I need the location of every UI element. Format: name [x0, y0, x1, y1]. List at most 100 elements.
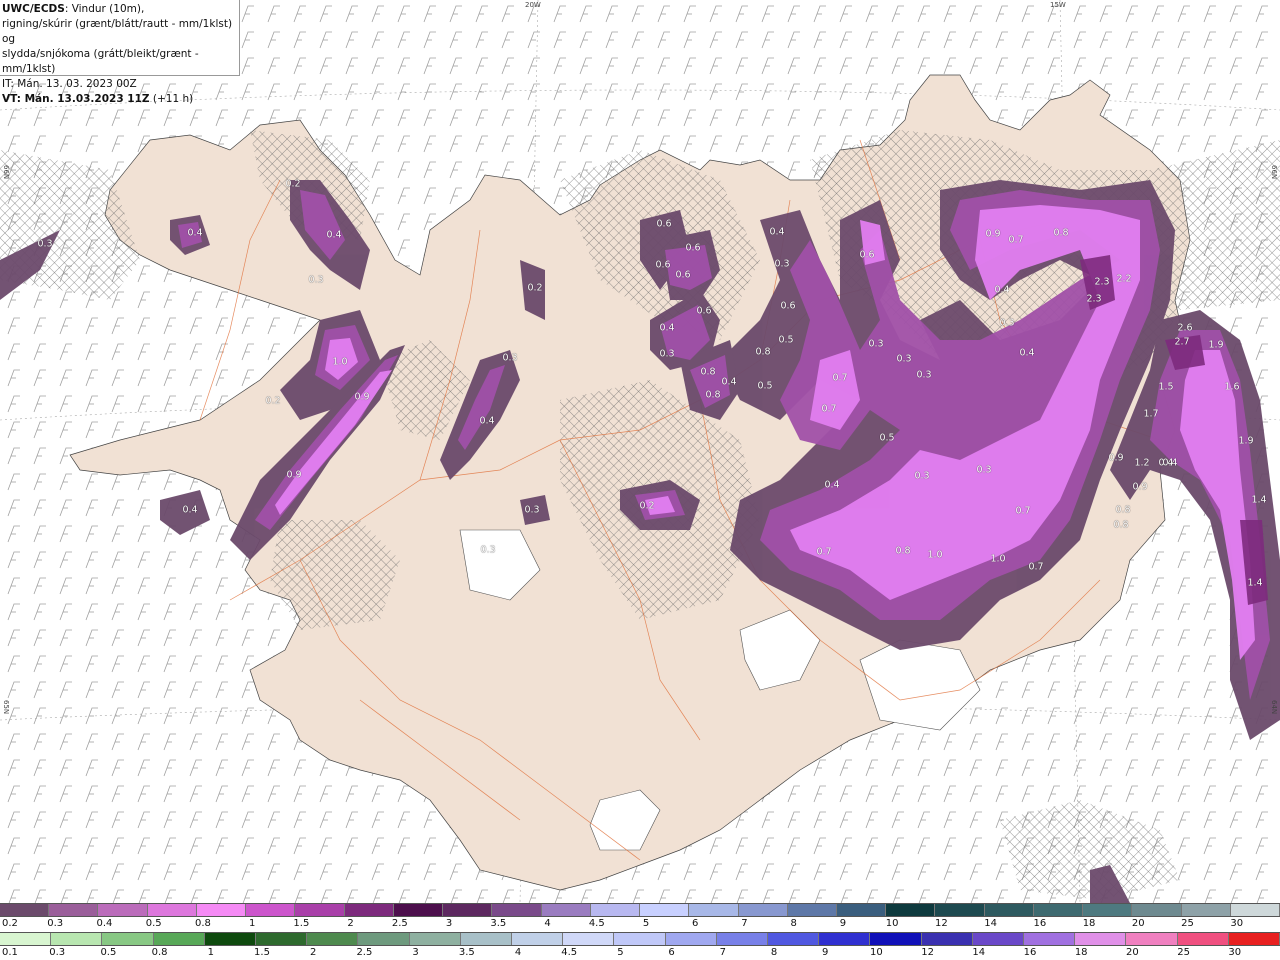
- legend-swatch: [358, 933, 410, 945]
- legend-swatch: [204, 933, 257, 945]
- legend-tick-label: 6: [668, 947, 675, 958]
- legend-tick-label: 14: [984, 918, 997, 929]
- legend-swatch: [590, 904, 641, 916]
- precip-value-label: 0.3: [916, 369, 932, 381]
- legend-tick-label: 2: [310, 947, 317, 958]
- legend-tick-label: 12: [921, 947, 934, 958]
- legend-tick-label: 10: [870, 947, 883, 958]
- legend-tick-label: 8: [770, 947, 778, 958]
- precip-value-label: 0.3: [524, 504, 540, 516]
- legend-tick-label: 7: [741, 918, 748, 929]
- precip-value-label: 0.4: [659, 322, 675, 334]
- legend-swatch: [1132, 904, 1182, 916]
- legend-tick-label: 25: [1177, 947, 1190, 958]
- precip-value-label: 1.5: [1158, 381, 1174, 393]
- legend-swatch: [972, 933, 1025, 945]
- legend-tick-label: 30: [1230, 918, 1244, 929]
- legend-tick-label: 0.5: [100, 947, 117, 958]
- precip-value-label: 0.3: [868, 338, 884, 350]
- legend-tick-label: 12: [935, 918, 948, 929]
- precip-value-label: 0.7: [1008, 234, 1024, 246]
- precip-value-label: 0.6: [655, 259, 671, 271]
- legend-tick-label: 0.2: [2, 918, 18, 929]
- precip-value-label: 0.8: [755, 346, 771, 358]
- valid-time: VT: Mán. 13.03.2023 11Z (+11 h): [2, 93, 194, 105]
- legend-tick-label: 4: [544, 918, 551, 929]
- legend-swatch: [1228, 933, 1280, 945]
- precip-value-label: 0.4: [1158, 457, 1174, 469]
- precip-value-label: 0.5: [879, 432, 895, 444]
- legend-tick-label: 0.5: [145, 918, 162, 929]
- precip-value-label: 0.4: [182, 504, 198, 516]
- legend-swatch: [738, 904, 788, 916]
- legend-tick-label: 8: [790, 918, 797, 929]
- legend-tick-label: 7: [719, 947, 726, 958]
- precip-value-label: 0.4: [769, 226, 785, 238]
- rain-scale-bar: [0, 932, 1280, 946]
- legend-swatch: [98, 904, 148, 916]
- legend-swatch: [460, 933, 513, 945]
- precip-value-label: 0.3: [774, 258, 790, 270]
- legend-tick-label: 5: [642, 918, 650, 929]
- legend-swatch: [819, 933, 871, 945]
- legend-swatch: [393, 904, 444, 916]
- precip-value-label: 0.3: [502, 352, 518, 364]
- precip-value-label: 1.6: [1224, 381, 1240, 393]
- legend-tick-label: 0.8: [151, 947, 168, 958]
- precip-value-label: 0.4: [326, 229, 342, 241]
- precip-value-label: 0.9: [354, 391, 370, 403]
- legend-tick-label: 20: [1126, 947, 1139, 958]
- precip-value-label: 1.0: [927, 549, 943, 561]
- precip-value-label: 2.3: [1094, 276, 1110, 288]
- precip-value-label: 0.9: [1108, 452, 1124, 464]
- legend-swatch: [886, 904, 936, 916]
- precip-value-label: 0.3: [37, 238, 53, 250]
- legend-tick-label: 20: [1131, 918, 1145, 929]
- precip-value-label: 0.3: [999, 317, 1015, 329]
- legend-swatch: [256, 933, 308, 945]
- legend-tick-label: 1.5: [254, 947, 270, 958]
- legend-swatch: [935, 904, 985, 916]
- legend-tick-label: 3: [412, 947, 419, 958]
- init-time: IT: Mán. 13. 03. 2023 00Z: [2, 78, 137, 90]
- precip-value-label: 0.3: [480, 544, 496, 556]
- legend-swatch: [512, 933, 564, 945]
- lon-label-15w: 15W: [1050, 1, 1066, 9]
- legend-swatch: [246, 904, 296, 916]
- precip-value-label: 2.2: [1116, 273, 1132, 285]
- precip-value-label: 0.5: [757, 380, 773, 392]
- lon-label-20w: 20W: [525, 1, 541, 9]
- title-line-3: slydda/snjókoma (grátt/bleikt/grænt - mm…: [2, 48, 199, 75]
- precip-value-label: 0.6: [696, 305, 712, 317]
- legend-tick-label: 16: [1023, 947, 1037, 958]
- lat-label-64n-right: 64N: [1270, 700, 1278, 715]
- legend-tick-label: 9: [822, 947, 829, 958]
- legend-swatch: [1126, 933, 1178, 945]
- precip-value-label: 0.7: [816, 546, 832, 558]
- legend-tick-label: 0.4: [96, 918, 113, 929]
- legend-swatch: [836, 904, 887, 916]
- precip-value-label: 0.6: [675, 269, 691, 281]
- legend-tick-label: 4.5: [561, 947, 578, 958]
- precip-value-label: 0.3: [976, 464, 992, 476]
- legend-tick-label: 2.5: [356, 947, 373, 958]
- legend-swatch: [689, 904, 739, 916]
- legend-swatch: [1181, 904, 1231, 916]
- legend-swatch: [49, 904, 99, 916]
- precip-value-label: 0.8: [1115, 504, 1131, 516]
- precip-value-label: 0.6: [780, 300, 796, 312]
- legend-tick-label: 16: [1033, 918, 1047, 929]
- legend-swatch: [768, 933, 820, 945]
- legend-tick-label: 0.3: [47, 918, 64, 929]
- legend-swatch: [984, 904, 1034, 916]
- precip-value-label: 0.6: [859, 249, 875, 261]
- precip-value-label: 0.9: [1132, 481, 1148, 493]
- lat-label-65n-left: 65N: [2, 700, 10, 715]
- precip-value-label: 0.7: [832, 372, 848, 384]
- legend-swatch: [870, 933, 922, 945]
- precip-value-label: 0.9: [985, 228, 1001, 240]
- precip-value-label: 0.7: [821, 403, 837, 415]
- legend-swatch: [1075, 933, 1127, 945]
- precip-value-label: 0.9: [286, 469, 302, 481]
- precip-value-label: 0.2: [527, 282, 543, 294]
